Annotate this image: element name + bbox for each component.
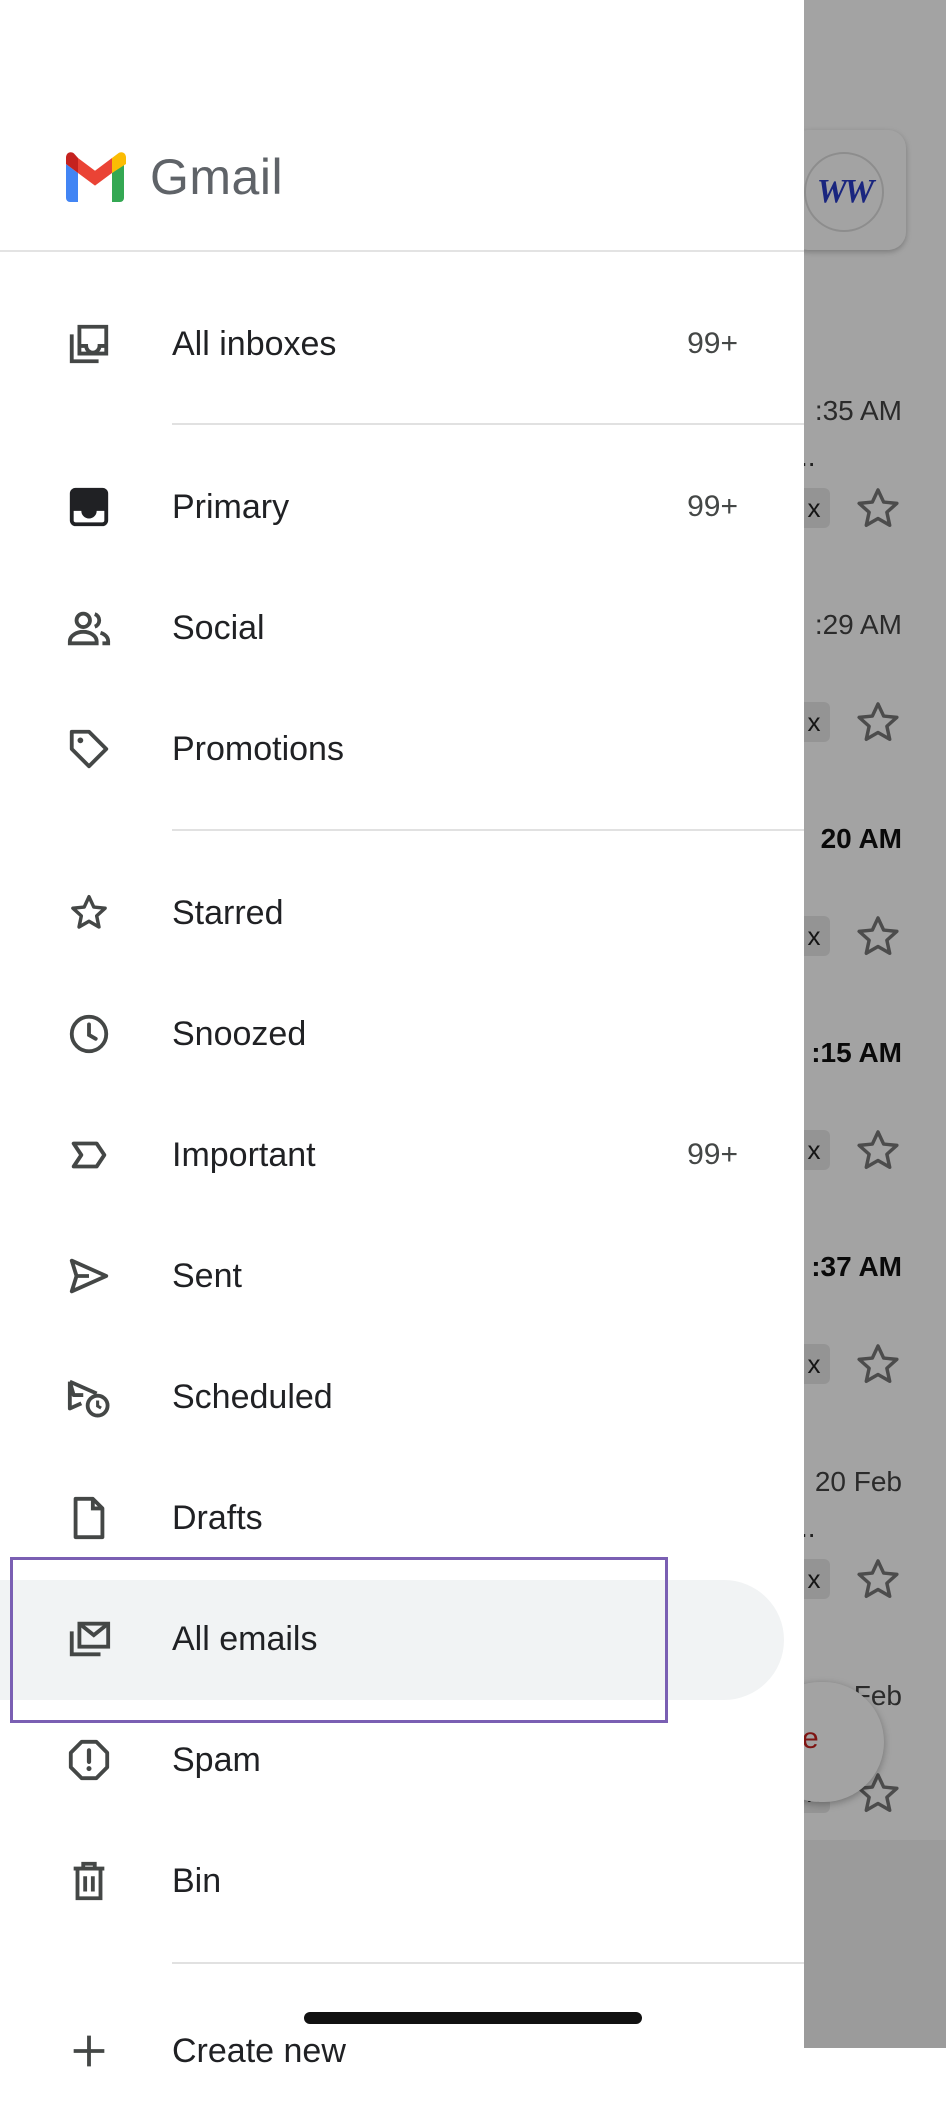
nav-item-all-inboxes[interactable]: All inboxes 99+ <box>0 283 804 403</box>
all-mail-icon <box>66 1616 112 1662</box>
scheduled-send-icon <box>66 1374 112 1420</box>
nav-item-label: Spam <box>172 1741 261 1779</box>
divider <box>172 423 804 425</box>
nav-item-label: Create new <box>172 2032 346 2070</box>
nav-item-social[interactable]: Social <box>0 567 804 687</box>
nav-item-label: Important <box>172 1136 316 1174</box>
unread-count: 99+ <box>687 1138 738 1171</box>
nav-item-label: All inboxes <box>172 325 337 363</box>
app-title: Gmail <box>150 149 284 205</box>
home-indicator[interactable] <box>304 2012 642 2024</box>
nav-item-label: Primary <box>172 488 290 526</box>
nav-item-primary[interactable]: Primary 99+ <box>0 446 804 566</box>
clock-icon <box>66 1011 112 1057</box>
unread-count: 99+ <box>687 490 738 523</box>
draft-icon <box>66 1495 112 1541</box>
nav-item-label: All emails <box>172 1620 318 1658</box>
nav-item-scheduled[interactable]: Scheduled <box>0 1336 804 1456</box>
spam-icon <box>66 1737 112 1783</box>
divider <box>172 1962 804 1964</box>
people-icon <box>66 605 112 651</box>
nav-item-bin[interactable]: Bin <box>0 1820 804 1940</box>
unread-count: 99+ <box>687 327 738 360</box>
gmail-logo-icon <box>66 152 126 202</box>
nav-item-label: Social <box>172 609 265 647</box>
nav-item-promotions[interactable]: Promotions <box>0 688 804 808</box>
nav-item-label: Bin <box>172 1862 222 1900</box>
all-inboxes-icon <box>66 321 112 367</box>
star-icon <box>66 890 112 936</box>
trash-icon <box>66 1858 112 1904</box>
nav-item-snoozed[interactable]: Snoozed <box>0 973 804 1093</box>
divider <box>172 829 804 831</box>
nav-item-important[interactable]: Important 99+ <box>0 1094 804 1214</box>
nav-item-create-new[interactable]: Create new <box>0 1990 804 2110</box>
nav-item-starred[interactable]: Starred <box>0 852 804 972</box>
nav-item-sent[interactable]: Sent <box>0 1215 804 1335</box>
navigation-drawer: Gmail All inboxes 99+ Primary 99+ Social… <box>0 0 804 2070</box>
label-important-icon <box>66 1132 112 1178</box>
nav-item-label: Starred <box>172 894 284 932</box>
tag-icon <box>66 726 112 772</box>
send-icon <box>66 1253 112 1299</box>
drawer-header: Gmail <box>0 0 804 252</box>
nav-item-label: Drafts <box>172 1499 263 1537</box>
nav-item-label: Sent <box>172 1257 242 1295</box>
inbox-icon <box>66 484 112 530</box>
nav-item-label: Snoozed <box>172 1015 307 1053</box>
plus-icon <box>66 2028 112 2074</box>
nav-item-label: Scheduled <box>172 1378 333 1416</box>
nav-item-label: Promotions <box>172 730 344 768</box>
